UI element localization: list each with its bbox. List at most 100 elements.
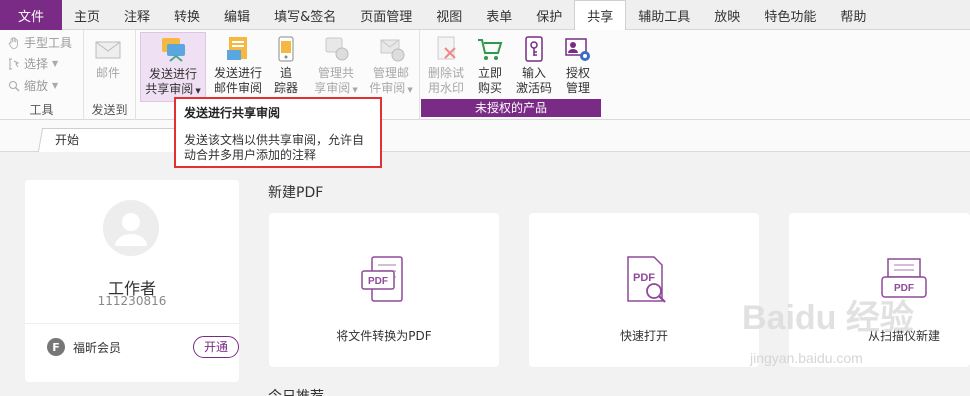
start-tab-label: 开始 bbox=[55, 133, 80, 147]
chevron-down-icon: ▼ bbox=[350, 86, 358, 94]
pdf-convert-icon: PDF bbox=[361, 256, 403, 302]
convert-to-pdf-card[interactable]: PDF 将文件转换为PDF bbox=[269, 213, 499, 367]
remove-trial-watermark-line2: 用水印 bbox=[427, 81, 464, 95]
tab-protect[interactable]: 保护 bbox=[524, 0, 574, 30]
tools-group: 手型工具 选择 ▼ 缩放 ▼ 工具 bbox=[0, 30, 84, 120]
tab-convert[interactable]: 转换 bbox=[162, 0, 212, 30]
start-document-tab[interactable]: 开始 bbox=[37, 128, 193, 152]
license-management-line2: 管理 bbox=[565, 81, 590, 95]
quick-open-card[interactable]: PDF 快速打开 bbox=[529, 213, 759, 367]
tab-accessibility[interactable]: 辅助工具 bbox=[626, 0, 702, 30]
cart-icon bbox=[478, 39, 503, 60]
user-card-divider bbox=[25, 323, 239, 324]
watermark-logo-text: Baidu 经验 bbox=[742, 299, 914, 337]
manage-email-review-line2: 件审阅 ▼ bbox=[369, 81, 413, 95]
select-label: 选择 bbox=[24, 57, 49, 71]
zoom-dropdown-icon: ▼ bbox=[52, 81, 59, 90]
send-email-review-button[interactable]: 发送进行 邮件审阅 bbox=[208, 32, 268, 102]
file-menu-button[interactable]: 文件 bbox=[0, 0, 62, 30]
avatar[interactable] bbox=[103, 200, 159, 256]
enter-activation-code-line2: 激活码 bbox=[515, 81, 552, 95]
select-dropdown-icon: ▼ bbox=[52, 59, 59, 68]
svg-text:PDF: PDF bbox=[368, 276, 388, 287]
manage-email-review-icon bbox=[380, 39, 405, 62]
chevron-down-icon: ▼ bbox=[193, 87, 201, 95]
tab-view[interactable]: 视图 bbox=[424, 0, 474, 30]
manage-email-review-line1: 管理邮 bbox=[372, 66, 409, 80]
send-email-review-line2: 邮件审阅 bbox=[213, 81, 262, 95]
tab-help[interactable]: 帮助 bbox=[828, 0, 878, 30]
zoom-button[interactable]: 缩放 ▼ bbox=[8, 77, 58, 94]
document-tab-strip: 开始 bbox=[0, 120, 970, 152]
zoom-label: 缩放 bbox=[24, 79, 49, 93]
hand-tool-button[interactable]: 手型工具 bbox=[8, 34, 72, 51]
shared-review-tooltip: 发送进行共享审阅 发送该文档以供共享审阅，允许自动合并多用户添加的注释 bbox=[174, 97, 382, 168]
tab-organize[interactable]: 页面管理 bbox=[348, 0, 424, 30]
enter-activation-code-button[interactable]: 输入 激活码 bbox=[512, 32, 556, 102]
email-review-icon bbox=[227, 37, 247, 60]
tab-features[interactable]: 特色功能 bbox=[752, 0, 828, 30]
watermark-url: jingyan.baidu.com bbox=[750, 350, 863, 366]
tracker-line2: 踪器 bbox=[273, 81, 298, 95]
tab-fill-sign[interactable]: 填写&签名 bbox=[262, 0, 348, 30]
send-email-review-line1: 发送进行 bbox=[213, 66, 262, 80]
license-management-line1: 授权 bbox=[565, 66, 590, 80]
shared-review-icon bbox=[162, 38, 185, 62]
foxit-member-icon: F bbox=[47, 338, 65, 356]
buy-now-line1: 立即 bbox=[477, 66, 502, 80]
tab-edit[interactable]: 编辑 bbox=[212, 0, 262, 30]
tracker-line1: 追 bbox=[279, 66, 292, 80]
chevron-down-icon: ▼ bbox=[405, 86, 413, 94]
mail-icon bbox=[95, 41, 121, 59]
zoom-icon bbox=[9, 80, 20, 91]
manage-shared-review-icon bbox=[325, 37, 349, 61]
manage-email-review-button[interactable]: 管理邮 件审阅 ▼ bbox=[362, 32, 420, 102]
tooltip-description: 发送该文档以供共享审阅，允许自动合并多用户添加的注释 bbox=[184, 133, 365, 162]
tracker-icon bbox=[278, 36, 294, 62]
tab-home[interactable]: 主页 bbox=[62, 0, 112, 30]
open-membership-button[interactable]: 开通 bbox=[193, 336, 239, 358]
menu-bar: 文件 主页 注释 转换 编辑 填写&签名 页面管理 视图 表单 保护 共享 辅助… bbox=[0, 0, 970, 31]
manage-shared-review-button[interactable]: 管理共 享审阅 ▼ bbox=[308, 32, 364, 102]
select-cursor-icon bbox=[9, 58, 20, 69]
baidu-watermark: Baidu 经验 jingyan.baidu.com bbox=[742, 290, 970, 390]
mail-button[interactable]: 邮件 bbox=[80, 32, 136, 102]
enter-activation-code-line1: 输入 bbox=[521, 66, 546, 80]
manage-shared-review-line1: 管理共 bbox=[317, 66, 354, 80]
remove-trial-watermark-button[interactable]: 删除试 用水印 bbox=[422, 32, 470, 102]
quick-open-label: 快速打开 bbox=[619, 329, 668, 343]
tracker-button[interactable]: 追 踪器 bbox=[264, 32, 308, 102]
tab-comment[interactable]: 注释 bbox=[112, 0, 162, 30]
send-shared-review-line1: 发送进行 bbox=[148, 67, 197, 81]
select-button[interactable]: 选择 ▼ bbox=[8, 55, 58, 72]
svg-text:PDF: PDF bbox=[633, 272, 655, 284]
new-pdf-title: 新建PDF bbox=[268, 185, 324, 201]
send-shared-review-button[interactable]: 发送进行 共享审阅 ▼ bbox=[140, 32, 206, 102]
tab-presentation[interactable]: 放映 bbox=[702, 0, 752, 30]
hand-icon bbox=[8, 36, 18, 49]
manage-shared-review-line2: 享审阅 ▼ bbox=[314, 81, 358, 95]
tab-share[interactable]: 共享 bbox=[574, 0, 627, 31]
convert-to-pdf-label: 将文件转换为PDF bbox=[336, 329, 432, 343]
membership-info: F 福昕会员 bbox=[47, 338, 121, 356]
recommend-section-title: 今日推荐 bbox=[268, 386, 324, 396]
tab-form[interactable]: 表单 bbox=[474, 0, 524, 30]
tools-group-label: 工具 bbox=[29, 103, 54, 117]
buy-now-button[interactable]: 立即 购买 bbox=[468, 32, 512, 102]
user-card: 工作者 111230816 F 福昕会员 开通 bbox=[25, 180, 239, 382]
membership-label: 福昕会员 bbox=[73, 340, 122, 355]
user-id: 111230816 bbox=[97, 294, 167, 308]
tooltip-title: 发送进行共享审阅 bbox=[184, 106, 281, 120]
license-manager-icon bbox=[565, 38, 590, 61]
send-to-group: 邮件 发送到 bbox=[84, 30, 136, 120]
remove-trial-watermark-line1: 删除试 bbox=[427, 66, 464, 80]
user-avatar-icon bbox=[115, 213, 147, 246]
unlicensed-product-label: 未授权的产品 bbox=[421, 99, 601, 117]
pdf-search-icon: PDF bbox=[627, 256, 666, 303]
send-to-group-label: 发送到 bbox=[91, 103, 128, 117]
license-management-button[interactable]: 授权 管理 bbox=[556, 32, 600, 102]
buy-now-line2: 购买 bbox=[477, 81, 502, 95]
remove-watermark-icon bbox=[437, 36, 456, 60]
key-icon bbox=[525, 36, 543, 62]
mail-label: 邮件 bbox=[95, 66, 120, 80]
